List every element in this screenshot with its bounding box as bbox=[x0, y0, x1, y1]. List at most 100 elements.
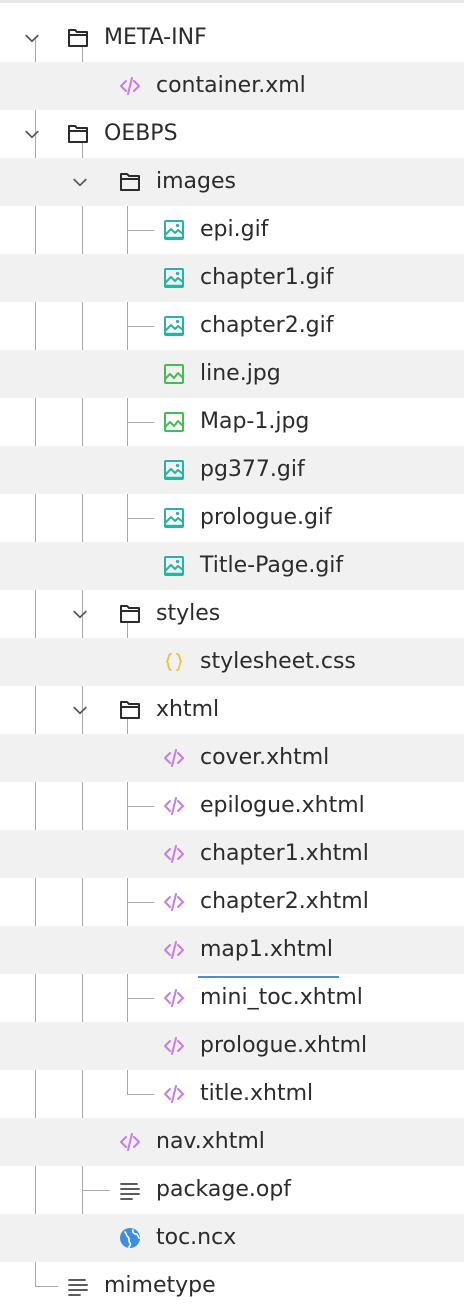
tree-folder-row[interactable]: OEBPS bbox=[0, 110, 464, 158]
tree-item-label: chapter1.xhtml bbox=[200, 830, 369, 878]
image-icon bbox=[162, 218, 186, 242]
code-icon bbox=[162, 938, 186, 962]
tree-item-label: prologue.xhtml bbox=[200, 1022, 367, 1070]
file-tree: META-INF container.xml OEBPS images epi.gif c… bbox=[0, 0, 464, 1298]
folder-icon bbox=[66, 26, 90, 50]
chevron-down-icon[interactable] bbox=[70, 172, 90, 192]
tree-item-text: chapter1.gif bbox=[200, 265, 334, 290]
tree-item-label: line.jpg bbox=[200, 350, 281, 398]
chevron-down-icon[interactable] bbox=[70, 700, 90, 720]
tree-item-text: xhtml bbox=[156, 697, 220, 722]
tree-item-label: images bbox=[156, 158, 236, 206]
tree-item-text: META-INF bbox=[104, 25, 207, 50]
tree-file-row[interactable]: prologue.gif bbox=[0, 494, 464, 542]
code-icon bbox=[162, 746, 186, 770]
tree-item-label: META-INF bbox=[104, 14, 207, 62]
tree-folder-row[interactable]: xhtml bbox=[0, 686, 464, 734]
image-icon bbox=[162, 554, 186, 578]
tree-file-row[interactable]: chapter2.xhtml bbox=[0, 878, 464, 926]
tree-file-row[interactable]: Title-Page.gif bbox=[0, 542, 464, 590]
chevron-down-icon[interactable] bbox=[22, 28, 42, 48]
tree-file-row[interactable]: container.xml bbox=[0, 62, 464, 110]
tree-item-text: title.xhtml bbox=[200, 1081, 314, 1106]
tree-folder-row[interactable]: META-INF bbox=[0, 14, 464, 62]
chevron-down-icon[interactable] bbox=[70, 604, 90, 624]
tree-file-row[interactable]: cover.xhtml bbox=[0, 734, 464, 782]
tree-file-row[interactable]: chapter1.xhtml bbox=[0, 830, 464, 878]
image-icon bbox=[162, 410, 186, 434]
tree-file-row[interactable]: chapter1.gif bbox=[0, 254, 464, 302]
folder-icon bbox=[118, 602, 142, 626]
image-icon bbox=[162, 266, 186, 290]
tree-file-row[interactable]: toc.ncx bbox=[0, 1214, 464, 1262]
tree-item-label: container.xml bbox=[156, 62, 306, 110]
tree-file-row[interactable]: pg377.gif bbox=[0, 446, 464, 494]
tree-file-row[interactable]: nav.xhtml bbox=[0, 1118, 464, 1166]
tree-item-label: chapter2.xhtml bbox=[200, 878, 369, 926]
tree-item-text: chapter2.gif bbox=[200, 313, 334, 338]
tree-item-text: stylesheet.css bbox=[200, 649, 356, 674]
tree-item-label: toc.ncx bbox=[156, 1214, 236, 1262]
tree-file-row[interactable]: mimetype bbox=[0, 1262, 464, 1310]
tree-item-text: mimetype bbox=[104, 1273, 216, 1298]
tree-item-label: Title-Page.gif bbox=[200, 542, 343, 590]
tree-file-row[interactable]: title.xhtml bbox=[0, 1070, 464, 1118]
folder-icon bbox=[118, 698, 142, 722]
tree-item-label: chapter2.gif bbox=[200, 302, 334, 350]
tree-item-text: line.jpg bbox=[200, 361, 281, 386]
tree-item-label: epilogue.xhtml bbox=[200, 782, 365, 830]
tree-file-row[interactable]: package.opf bbox=[0, 1166, 464, 1214]
tree-file-row[interactable]: map1.xhtml bbox=[0, 926, 464, 978]
tree-item-text: nav.xhtml bbox=[156, 1129, 265, 1154]
tree-item-text: map1.xhtml bbox=[200, 937, 333, 962]
tree-item-text: epi.gif bbox=[200, 217, 269, 242]
tree-file-row[interactable]: epi.gif bbox=[0, 206, 464, 254]
globe-icon bbox=[118, 1226, 142, 1250]
tree-item-label: package.opf bbox=[156, 1166, 291, 1214]
css-braces-icon bbox=[162, 650, 186, 674]
tree-file-row[interactable]: stylesheet.css bbox=[0, 638, 464, 686]
folder-icon bbox=[66, 122, 90, 146]
tree-folder-row[interactable]: styles bbox=[0, 590, 464, 638]
tree-file-row[interactable]: Map-1.jpg bbox=[0, 398, 464, 446]
tree-item-text: Title-Page.gif bbox=[200, 553, 344, 578]
tree-item-label: nav.xhtml bbox=[156, 1118, 265, 1166]
tree-file-row[interactable]: epilogue.xhtml bbox=[0, 782, 464, 830]
tree-item-label: mimetype bbox=[104, 1262, 216, 1310]
tree-item-label: chapter1.gif bbox=[200, 254, 334, 302]
tree-file-row[interactable]: prologue.xhtml bbox=[0, 1022, 464, 1070]
folder-icon bbox=[118, 170, 142, 194]
tree-folder-row[interactable]: images bbox=[0, 158, 464, 206]
code-icon bbox=[162, 986, 186, 1010]
tree-file-row[interactable]: mini_toc.xhtml bbox=[0, 974, 464, 1022]
tree-file-row[interactable]: line.jpg bbox=[0, 350, 464, 398]
image-icon bbox=[162, 314, 186, 338]
tree-item-text: pg377.gif bbox=[200, 457, 305, 482]
chevron-down-icon[interactable] bbox=[22, 124, 42, 144]
tree-item-text: container.xml bbox=[156, 73, 306, 98]
tree-item-text: OEBPS bbox=[104, 121, 178, 146]
tree-item-text: images bbox=[156, 169, 236, 194]
code-icon bbox=[162, 890, 186, 914]
top-border bbox=[0, 0, 464, 3]
tree-item-text: styles bbox=[156, 601, 221, 626]
code-icon bbox=[162, 842, 186, 866]
tree-item-label: title.xhtml bbox=[200, 1070, 313, 1118]
tree-item-label: prologue.gif bbox=[200, 494, 332, 542]
text-lines-icon bbox=[118, 1178, 142, 1202]
tree-item-label: styles bbox=[156, 590, 220, 638]
tree-item-label: OEBPS bbox=[104, 110, 178, 158]
image-icon bbox=[162, 506, 186, 530]
tree-item-label: epi.gif bbox=[200, 206, 268, 254]
tree-item-text: Map-1.jpg bbox=[200, 409, 310, 434]
tree-file-row[interactable]: chapter2.gif bbox=[0, 302, 464, 350]
tree-item-text: mini_toc.xhtml bbox=[200, 985, 363, 1010]
tree-item-text: chapter2.xhtml bbox=[200, 889, 369, 914]
tree-item-text: toc.ncx bbox=[156, 1225, 237, 1250]
tree-item-label: cover.xhtml bbox=[200, 734, 329, 782]
tree-item-label: mini_toc.xhtml bbox=[200, 974, 363, 1022]
image-icon bbox=[162, 458, 186, 482]
tree-item-label: Map-1.jpg bbox=[200, 398, 309, 446]
image-icon bbox=[162, 362, 186, 386]
tree-item-label: map1.xhtml bbox=[198, 926, 339, 978]
